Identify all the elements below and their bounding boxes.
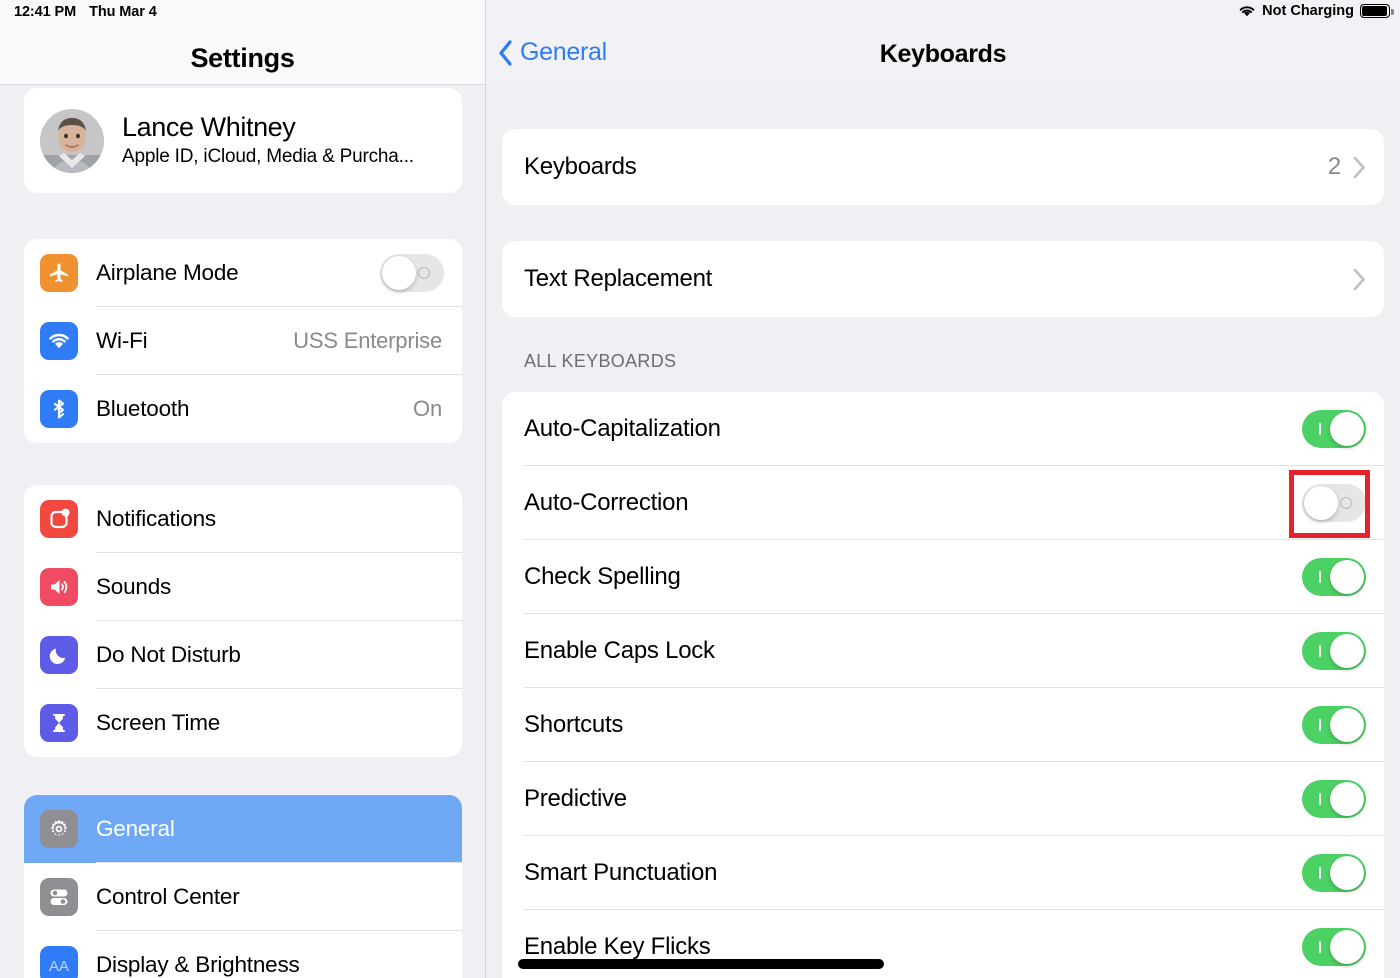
detail-header: General Keyboards [486, 0, 1400, 85]
keyboards-nav-card: Keyboards 2 [502, 129, 1384, 205]
smart-punctuation-toggle[interactable] [1302, 854, 1366, 892]
sidebar-item-control-center[interactable]: Control Center [24, 863, 462, 931]
sidebar-item-airplane-mode[interactable]: Airplane Mode [24, 239, 462, 307]
keyboards-count: 2 [1327, 153, 1341, 180]
section-header-all-keyboards: ALL KEYBOARDS [524, 351, 677, 371]
row-check-spelling[interactable]: Check Spelling [502, 540, 1384, 614]
sidebar-item-label: Notifications [96, 506, 216, 531]
moon-icon [40, 636, 78, 674]
ipad-settings-screen: 12:41 PM Thu Mar 4 Not Charging Settings [0, 0, 1400, 978]
notifications-icon [40, 500, 78, 538]
row-label: Enable Caps Lock [524, 637, 715, 664]
settings-sidebar: Settings Lance Whitney Apple ID, iCloud,… [0, 0, 486, 978]
svg-text:AA: AA [49, 958, 69, 975]
text-replacement-card: Text Replacement [502, 241, 1384, 317]
sidebar-group-connectivity: Airplane Mode Wi-Fi USS Enterprise Bluet… [24, 239, 462, 443]
auto-correction-toggle[interactable] [1302, 484, 1366, 522]
row-enable-caps-lock[interactable]: Enable Caps Lock [502, 614, 1384, 688]
sidebar-group-alerts: Notifications Sounds Do Not Disturb Scre… [24, 485, 462, 757]
row-text-replacement[interactable]: Text Replacement [502, 241, 1384, 317]
row-label: Auto-Correction [524, 489, 689, 516]
profile-card: Lance Whitney Apple ID, iCloud, Media & … [24, 88, 462, 193]
row-label: Auto-Capitalization [524, 415, 721, 442]
sidebar-item-bluetooth[interactable]: Bluetooth On [24, 375, 462, 443]
wifi-network-value: USS Enterprise [293, 328, 442, 353]
sidebar-item-label: Do Not Disturb [96, 642, 241, 667]
sidebar-item-label: Bluetooth [96, 396, 190, 421]
airplane-icon [40, 254, 78, 292]
sidebar-item-apple-id[interactable]: Lance Whitney Apple ID, iCloud, Media & … [24, 88, 462, 193]
bluetooth-icon [40, 390, 78, 428]
auto-capitalization-toggle[interactable] [1302, 410, 1366, 448]
row-label: Smart Punctuation [524, 859, 718, 886]
profile-subtitle: Apple ID, iCloud, Media & Purcha... [122, 145, 414, 167]
chevron-right-icon [1353, 268, 1366, 291]
sidebar-item-general[interactable]: General [24, 795, 462, 863]
sidebar-item-label: Sounds [96, 574, 172, 599]
chevron-right-icon [1353, 156, 1366, 179]
profile-name: Lance Whitney [122, 112, 296, 143]
row-label: Enable Key Flicks [524, 933, 711, 960]
detail-scroll-area[interactable]: Keyboards 2 Text Replacement ALL KEYBOAR… [486, 85, 1400, 978]
sidebar-item-display-brightness[interactable]: AA Display & Brightness [24, 931, 462, 978]
row-label: Shortcuts [524, 711, 624, 738]
sounds-icon [40, 568, 78, 606]
wifi-icon [40, 322, 78, 360]
shortcuts-toggle[interactable] [1302, 706, 1366, 744]
row-auto-capitalization[interactable]: Auto-Capitalization [502, 392, 1384, 466]
all-keyboards-card: Auto-Capitalization Auto-Correction Chec… [502, 392, 1384, 978]
sidebar-item-label: Screen Time [96, 710, 221, 735]
hourglass-icon [40, 704, 78, 742]
row-predictive[interactable]: Predictive [502, 762, 1384, 836]
row-label: Predictive [524, 785, 627, 812]
sidebar-item-sounds[interactable]: Sounds [24, 553, 462, 621]
row-label: Check Spelling [524, 563, 681, 590]
gear-icon [40, 810, 78, 848]
row-label: Text Replacement [524, 265, 713, 292]
sidebar-group-system: General Control Center AA Display & Brig… [24, 795, 462, 978]
row-shortcuts[interactable]: Shortcuts [502, 688, 1384, 762]
sidebar-scroll-area[interactable]: Lance Whitney Apple ID, iCloud, Media & … [0, 85, 485, 978]
detail-title: Keyboards [879, 40, 1007, 68]
enable-key-flicks-toggle[interactable] [1302, 928, 1366, 966]
avatar [40, 108, 104, 173]
sidebar-item-label: Airplane Mode [96, 260, 239, 285]
row-auto-correction[interactable]: Auto-Correction [502, 466, 1384, 540]
sidebar-item-label: Wi-Fi [96, 328, 148, 353]
keyboards-detail-panel: General Keyboards Keyboards 2 Text Repla… [486, 0, 1400, 978]
row-label: Keyboards [524, 153, 637, 180]
row-smart-punctuation[interactable]: Smart Punctuation [502, 836, 1384, 910]
sidebar-header: Settings [0, 0, 485, 85]
sidebar-item-label: Display & Brightness [96, 952, 300, 977]
airplane-mode-toggle[interactable] [380, 254, 444, 292]
sidebar-item-screen-time[interactable]: Screen Time [24, 689, 462, 757]
predictive-toggle[interactable] [1302, 780, 1366, 818]
check-spelling-toggle[interactable] [1302, 558, 1366, 596]
row-keyboards[interactable]: Keyboards 2 [502, 129, 1384, 205]
home-indicator [518, 959, 884, 969]
sidebar-item-label: General [96, 816, 175, 841]
enable-caps-lock-toggle[interactable] [1302, 632, 1366, 670]
page-title: Settings [190, 43, 295, 73]
sidebar-item-notifications[interactable]: Notifications [24, 485, 462, 553]
sidebar-item-do-not-disturb[interactable]: Do Not Disturb [24, 621, 462, 689]
control-center-icon [40, 878, 78, 916]
bluetooth-state-value: On [413, 396, 442, 421]
sidebar-item-wifi[interactable]: Wi-Fi USS Enterprise [24, 307, 462, 375]
sidebar-item-label: Control Center [96, 884, 240, 909]
display-brightness-icon: AA [40, 946, 78, 978]
